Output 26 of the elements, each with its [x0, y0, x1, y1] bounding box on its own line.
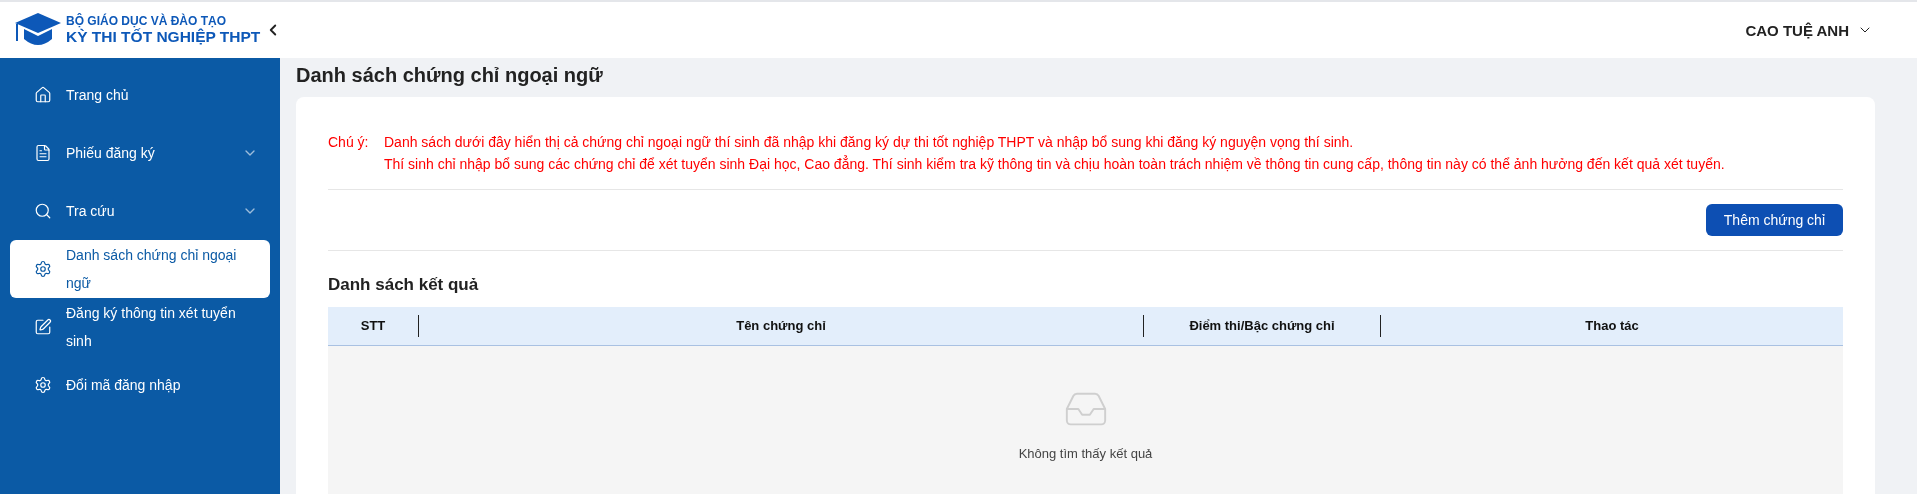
column-header: STT — [359, 317, 387, 335]
edit-icon — [34, 318, 52, 336]
column-header: Tên chứng chỉ — [418, 315, 1143, 337]
section-title: Danh sách kết quả — [328, 275, 480, 295]
search-icon — [34, 202, 52, 220]
sidebar-item[interactable]: Tra cứu — [10, 182, 270, 240]
org-name: BỘ GIÁO DỤC VÀ ĐÀO TẠO — [66, 14, 227, 28]
site-title: KỲ THI TỐT NGHIỆP THPT — [66, 28, 261, 46]
settings-icon — [34, 260, 52, 278]
sidebar-item[interactable]: Đổi mã đăng nhập — [10, 356, 270, 414]
notice-text: Thí sinh chỉ nhập bổ sung các chứng chỉ để xét tuyển sinh Đại học, Cao đẳng. Thí sinh kiểm tra kỹ thông tin và chịu hoàn toàn trách nhiệm về thông tin cung cấp, thông tin này có thể ảnh hưởng đến kết quả xét tuyển. — [384, 154, 1726, 174]
settings-icon — [34, 376, 52, 394]
column-header: Điểm thi/Bậc chứng chỉ — [1143, 315, 1380, 337]
add-certificate-button[interactable]: Thêm chứng chỉ — [1705, 204, 1843, 236]
empty-message: Không tìm thấy kết quả — [1018, 446, 1153, 461]
document-icon — [34, 144, 52, 162]
sidebar-item[interactable]: Phiếu đăng ký — [10, 124, 270, 182]
sidebar-item[interactable]: Đăng ký thông tin xét tuyển sinh — [10, 298, 270, 356]
notice-label: Chú ý: — [328, 133, 370, 152]
home-icon — [34, 86, 52, 104]
user-menu[interactable]: CAO TUỆ ANH — [1739, 20, 1879, 40]
page-title: Danh sách chứng chỉ ngoại ngữ — [296, 64, 604, 87]
sidebar-item[interactable]: Danh sách chứng chỉ ngoại ngữ — [10, 240, 270, 298]
column-header: Thao tác — [1380, 315, 1843, 337]
notice-text: Danh sách dưới đây hiển thị cả chứng chỉ ngoại ngữ thí sinh đã nhập khi đăng ký dự thi tốt nghiệp THPT và nhập bổ sung khi đăng ký nguyện vọng thí sinh. — [384, 133, 1355, 152]
sidebar-item[interactable]: Trang chủ — [10, 66, 270, 124]
